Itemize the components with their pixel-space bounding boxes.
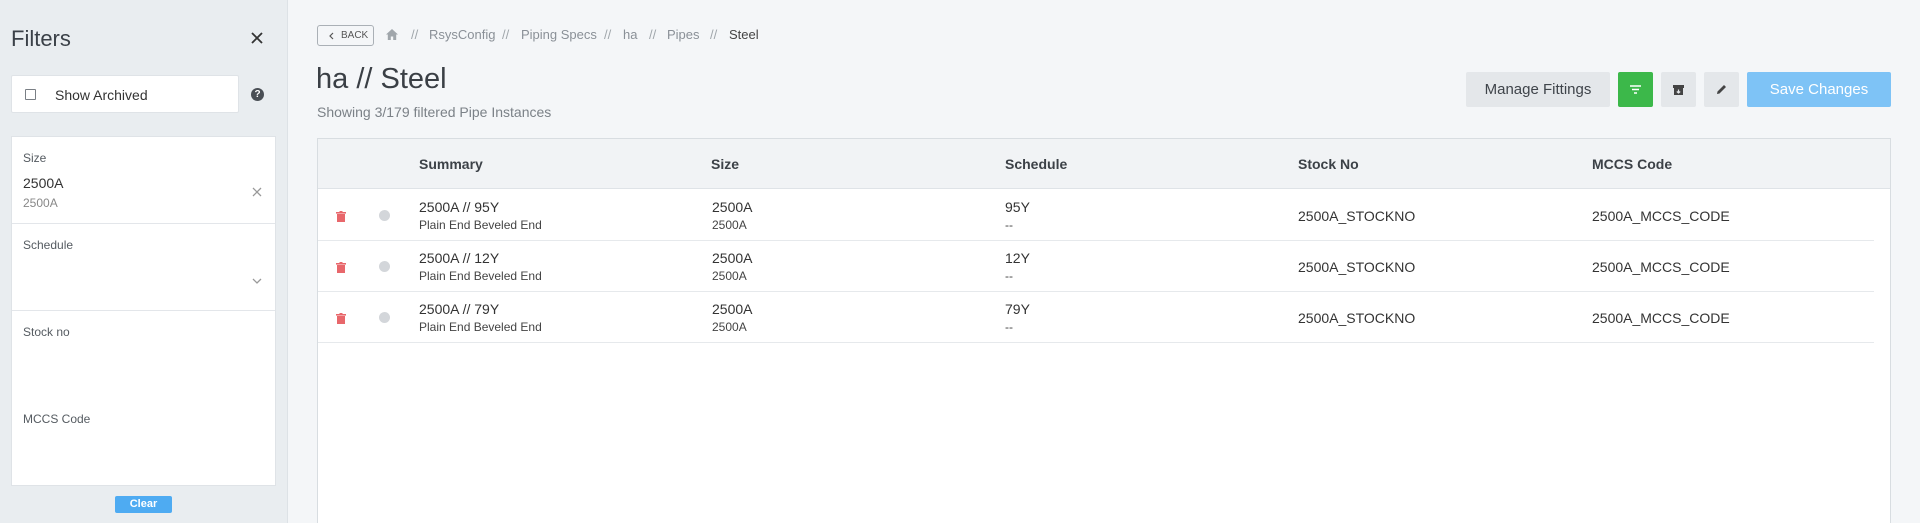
help-icon[interactable]: ?: [251, 88, 264, 101]
filter-icon: [1630, 85, 1641, 94]
edit-button[interactable]: [1704, 72, 1739, 107]
column-header-summary[interactable]: Summary: [419, 156, 483, 172]
schedule-filter-label: Schedule: [23, 238, 74, 252]
back-label: BACK: [341, 30, 369, 41]
close-icon[interactable]: [249, 30, 265, 46]
column-header-stock-no[interactable]: Stock No: [1298, 156, 1359, 172]
summary-cell: 2500A // 79Y: [419, 301, 500, 317]
page-title: ha // Steel: [316, 63, 447, 95]
mccs-code-filter[interactable]: MCCS Code: [12, 398, 275, 485]
stock-no-cell: 2500A_STOCKNO: [1298, 310, 1416, 326]
size-cell: 2500A: [712, 301, 753, 317]
size-cell: 2500A: [712, 250, 753, 266]
filters-title: Filters: [11, 26, 71, 51]
page-subtitle: Showing 3/179 filtered Pipe Instances: [317, 104, 552, 120]
schedule-cell: 79Y: [1005, 301, 1030, 317]
schedule-filter[interactable]: Schedule: [12, 224, 275, 311]
size-filter[interactable]: Size 2500A 2500A: [12, 137, 275, 224]
filter-panel: Size 2500A 2500A Schedule Stock no MCCS …: [11, 136, 276, 486]
schedule-cell: 95Y: [1005, 199, 1030, 215]
table-row[interactable]: 2500A // 12Y Plain End Beveled End 2500A…: [318, 241, 1874, 292]
schedule-sub-cell: --: [1005, 269, 1013, 283]
breadcrumb-separator: //: [502, 27, 510, 42]
status-dot: [379, 210, 390, 221]
show-archived-label: Show Archived: [55, 87, 148, 103]
stock-no-cell: 2500A_STOCKNO: [1298, 259, 1416, 275]
table-row[interactable]: 2500A // 95Y Plain End Beveled End 2500A…: [318, 190, 1874, 241]
show-archived-checkbox[interactable]: [25, 89, 36, 100]
breadcrumb-steel: Steel: [729, 27, 759, 42]
summary-sub-cell: Plain End Beveled End: [419, 218, 542, 232]
breadcrumb-rsysconfig[interactable]: RsysConfig: [429, 27, 495, 42]
mccs-code-filter-label: MCCS Code: [23, 412, 91, 426]
manage-fittings-button[interactable]: Manage Fittings: [1466, 72, 1610, 107]
size-sub-cell: 2500A: [712, 269, 747, 283]
archive-icon: [1673, 85, 1684, 95]
mccs-code-cell: 2500A_MCCS_CODE: [1592, 259, 1730, 275]
summary-cell: 2500A // 95Y: [419, 199, 500, 215]
pencil-icon: [1717, 85, 1726, 94]
status-dot: [379, 312, 390, 323]
size-sub-cell: 2500A: [712, 320, 747, 334]
archive-button[interactable]: [1661, 72, 1696, 107]
column-header-size[interactable]: Size: [711, 156, 739, 172]
stock-no-cell: 2500A_STOCKNO: [1298, 208, 1416, 224]
breadcrumb-ha[interactable]: ha: [623, 27, 637, 42]
breadcrumb-pipes[interactable]: Pipes: [667, 27, 700, 42]
status-dot: [379, 261, 390, 272]
schedule-sub-cell: --: [1005, 218, 1013, 232]
home-icon[interactable]: [386, 29, 398, 40]
size-sub-cell: 2500A: [712, 218, 747, 232]
filters-sidebar: Filters Show Archived ? Size 2500A 2500A…: [0, 0, 288, 523]
trash-icon[interactable]: [336, 313, 346, 324]
trash-icon[interactable]: [336, 262, 346, 273]
stock-no-filter[interactable]: Stock no: [12, 311, 275, 398]
chevron-down-icon[interactable]: [252, 278, 262, 285]
save-changes-button[interactable]: Save Changes: [1747, 72, 1891, 107]
back-button[interactable]: BACK: [317, 25, 374, 46]
summary-sub-cell: Plain End Beveled End: [419, 320, 542, 334]
breadcrumb-separator: //: [604, 27, 612, 42]
summary-sub-cell: Plain End Beveled End: [419, 269, 542, 283]
pipe-instances-table: Summary Size Schedule Stock No MCCS Code…: [317, 138, 1891, 523]
filter-button[interactable]: [1618, 72, 1653, 107]
breadcrumb-separator: //: [411, 27, 419, 42]
schedule-cell: 12Y: [1005, 250, 1030, 266]
table-header: Summary Size Schedule Stock No MCCS Code: [318, 139, 1890, 189]
mccs-code-cell: 2500A_MCCS_CODE: [1592, 310, 1730, 326]
size-filter-value: 2500A: [23, 175, 64, 191]
breadcrumb-separator: //: [710, 27, 718, 42]
size-filter-label: Size: [23, 151, 47, 165]
chevron-left-icon: [329, 32, 334, 40]
column-header-schedule[interactable]: Schedule: [1005, 156, 1067, 172]
size-cell: 2500A: [712, 199, 753, 215]
clear-size-icon[interactable]: [252, 187, 262, 197]
mccs-code-cell: 2500A_MCCS_CODE: [1592, 208, 1730, 224]
schedule-sub-cell: --: [1005, 320, 1013, 334]
trash-icon[interactable]: [336, 211, 346, 222]
table-row[interactable]: 2500A // 79Y Plain End Beveled End 2500A…: [318, 292, 1874, 343]
clear-filters-button[interactable]: Clear: [115, 496, 172, 513]
summary-cell: 2500A // 12Y: [419, 250, 500, 266]
show-archived-toggle[interactable]: Show Archived: [11, 75, 239, 113]
breadcrumb-separator: //: [649, 27, 657, 42]
size-filter-sub: 2500A: [23, 196, 58, 210]
column-header-mccs-code[interactable]: MCCS Code: [1592, 156, 1672, 172]
stock-no-filter-label: Stock no: [23, 325, 70, 339]
breadcrumb-piping-specs[interactable]: Piping Specs: [521, 27, 597, 42]
